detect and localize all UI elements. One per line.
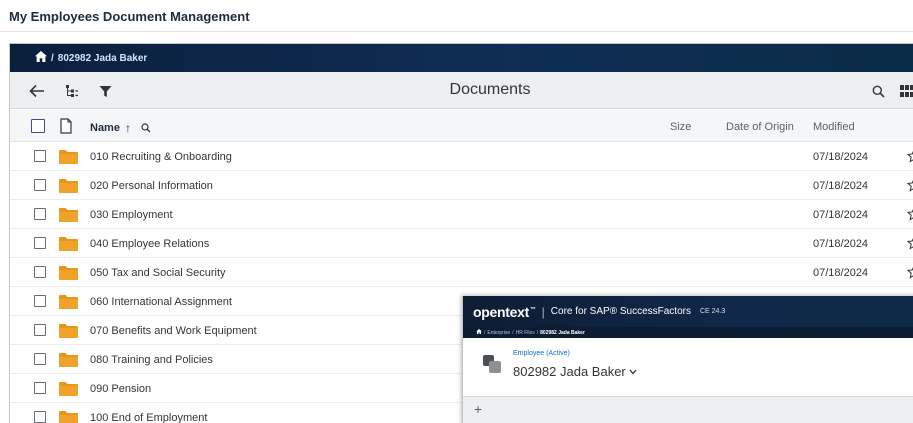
row-modified: 07/18/2024 [813,180,869,192]
brand-trademark: ™ [529,306,536,313]
row-name[interactable]: 010 Recruiting & Onboarding [90,151,232,163]
employee-header: Employee (Active) 802982 Jada Baker [463,338,913,396]
column-modified-header[interactable]: Modified [813,121,855,133]
employee-name: 802982 Jada Baker [513,364,626,379]
overlay-crumb-separator: / [484,329,486,336]
star-outline-icon[interactable] [906,236,913,255]
column-search-icon[interactable] [141,123,151,133]
row-name[interactable]: 060 International Assignment [90,296,232,308]
back-arrow-icon[interactable] [27,81,47,101]
column-date-of-origin-header[interactable]: Date of Origin [726,121,794,133]
column-size-header[interactable]: Size [670,121,691,133]
row-checkbox[interactable] [34,179,46,191]
overlay-crumb-separator: / [536,329,539,336]
folder-icon [59,324,78,343]
filter-icon[interactable] [95,81,115,101]
row-modified: 07/18/2024 [813,267,869,279]
brand-divider: | [541,304,545,319]
folder-icon [59,150,78,169]
app-root: My Employees Document Management / 80298… [0,0,913,423]
star-outline-icon[interactable] [906,207,913,226]
search-icon[interactable] [868,81,888,101]
table-row[interactable]: 010 Recruiting & Onboarding 07/18/2024 [10,142,913,171]
toolbar: Documents [10,72,913,109]
breadcrumb: / 802982 Jada Baker [10,44,913,72]
row-name[interactable]: 040 Employee Relations [90,238,209,250]
row-name[interactable]: 080 Training and Policies [90,354,213,366]
employee-status: Employee (Active) [513,350,570,357]
row-checkbox[interactable] [34,382,46,394]
toolbar-title: Documents [449,81,531,98]
folder-icon [59,208,78,227]
brand-bar: opentext™ | Core for SAP® SuccessFactors… [463,296,913,327]
breadcrumb-current[interactable]: 802982 Jada Baker [58,53,148,64]
row-checkbox[interactable] [34,353,46,365]
row-name[interactable]: 020 Personal Information [90,180,213,192]
document-icon [60,118,72,139]
table-header: Name ↑ Size Date of Origin Modified [10,110,913,142]
overlay-crumb-separator: / [512,329,514,336]
overlay-footer: + [463,396,913,423]
row-modified: 07/18/2024 [813,209,869,221]
overlay-crumb-enterprise[interactable]: Enterprise [487,330,510,336]
grid-view-icon[interactable] [897,81,913,101]
row-name[interactable]: 090 Pension [90,383,151,395]
folder-icon [59,295,78,314]
table-row[interactable]: 040 Employee Relations 07/18/2024 [10,229,913,258]
folder-icon [59,237,78,256]
row-checkbox[interactable] [34,266,46,278]
brand-name: opentext [473,303,529,320]
tree-view-icon[interactable] [62,81,82,101]
overlay-home-icon[interactable] [476,329,482,336]
opentext-overlay-panel: opentext™ | Core for SAP® SuccessFactors… [462,296,913,423]
table-row[interactable]: 020 Personal Information 07/18/2024 [10,171,913,200]
row-checkbox[interactable] [34,295,46,307]
row-checkbox[interactable] [34,411,46,423]
employee-selector[interactable]: 802982 Jada Baker [513,364,637,379]
row-checkbox[interactable] [34,324,46,336]
overlay-breadcrumb: / Enterprise / HR Files / 802982 Jada Ba… [463,327,913,338]
overlay-crumb-employee[interactable]: 802982 Jada Baker [540,330,585,336]
row-name[interactable]: 030 Employment [90,209,173,221]
folder-icon [59,353,78,372]
overlay-crumb-hr-files[interactable]: HR Files [516,330,535,336]
table-row[interactable]: 050 Tax and Social Security 07/18/2024 [10,258,913,287]
table-row[interactable]: 030 Employment 07/18/2024 [10,200,913,229]
star-outline-icon[interactable] [906,265,913,284]
opentext-logo: opentext™ [473,304,536,320]
page-title: My Employees Document Management [0,0,913,32]
sort-ascending-icon[interactable]: ↑ [125,121,131,135]
row-checkbox[interactable] [34,237,46,249]
employee-icon [483,355,501,378]
column-name-header[interactable]: Name ↑ [90,121,151,135]
folder-icon [59,382,78,401]
row-modified: 07/18/2024 [813,151,869,163]
product-name: Core for SAP® SuccessFactors [550,306,691,317]
row-checkbox[interactable] [34,208,46,220]
product-version: CE 24.3 [699,308,726,315]
star-outline-icon[interactable] [906,178,913,197]
chevron-down-icon[interactable] [629,369,637,375]
folder-icon [59,411,78,423]
folder-icon [59,266,78,285]
row-checkbox[interactable] [34,150,46,162]
folder-icon [59,179,78,198]
row-name[interactable]: 100 End of Employment [90,412,207,423]
home-icon[interactable] [35,51,51,65]
row-name[interactable]: 070 Benefits and Work Equipment [90,325,257,337]
select-all-checkbox[interactable] [31,119,45,133]
add-icon[interactable]: + [474,401,482,417]
breadcrumb-separator: / [51,52,54,64]
row-name[interactable]: 050 Tax and Social Security [90,267,226,279]
row-modified: 07/18/2024 [813,238,869,250]
star-outline-icon[interactable] [906,149,913,168]
column-name-label: Name [90,122,120,134]
